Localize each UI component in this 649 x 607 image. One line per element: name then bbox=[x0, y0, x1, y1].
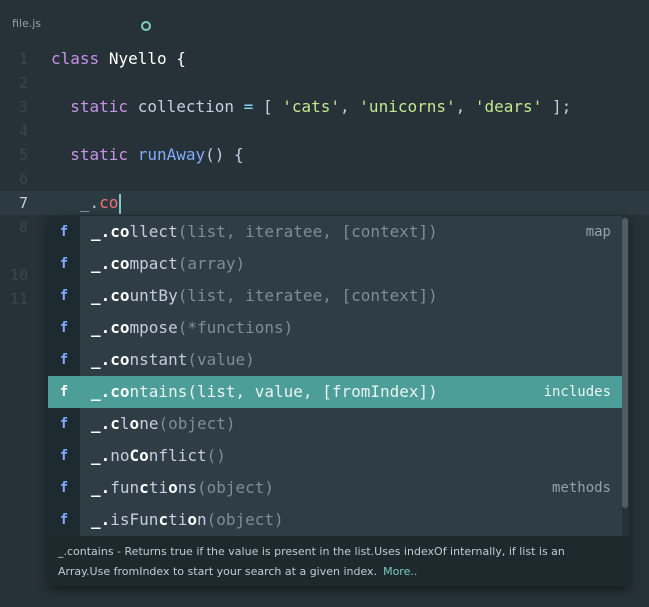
suggestion-text: _.collect(list, iteratee, [context]) bbox=[91, 222, 438, 241]
tab-bar: file.js bbox=[0, 0, 649, 47]
suggestion-alias: methods bbox=[551, 480, 611, 496]
suggestion-text: _.isFunction(object) bbox=[91, 510, 284, 529]
suggestion-alias: map bbox=[585, 224, 611, 240]
code-text: static runAway() { bbox=[70, 145, 244, 164]
code-line[interactable]: 4 bbox=[0, 119, 649, 143]
function-icon: f bbox=[48, 312, 80, 344]
line-number: 8 bbox=[18, 218, 28, 236]
function-icon: f bbox=[48, 504, 80, 536]
suggestion-text: _.noConflict() bbox=[91, 446, 226, 465]
line-number: 3 bbox=[18, 98, 28, 116]
line-number: 2 bbox=[18, 74, 28, 92]
function-icon: f bbox=[48, 344, 80, 376]
scrollbar-thumb[interactable] bbox=[622, 218, 628, 508]
suggestion-item[interactable]: f _.isFunction(object) bbox=[48, 504, 622, 536]
code-line[interactable]: 2 bbox=[0, 71, 649, 95]
line-number: 10 bbox=[9, 266, 28, 284]
suggestion-item[interactable]: f _.constant(value) bbox=[48, 344, 622, 376]
more-link[interactable]: More.. bbox=[383, 565, 417, 578]
function-icon: f bbox=[48, 280, 80, 312]
description-text: _.contains - Returns true if the value i… bbox=[58, 545, 565, 578]
text-cursor bbox=[119, 193, 122, 214]
suggestion-item[interactable]: f _.collect(list, iteratee, [context]) m… bbox=[48, 216, 622, 248]
suggestion-item[interactable]: f _.compact(array) bbox=[48, 248, 622, 280]
function-icon: f bbox=[48, 216, 80, 248]
modified-indicator-icon[interactable] bbox=[141, 21, 151, 31]
suggestion-text: _.compose(*functions) bbox=[91, 318, 294, 337]
suggestion-text: _.functions(object) bbox=[91, 478, 275, 497]
code-line[interactable]: 6 bbox=[0, 167, 649, 191]
function-icon: f bbox=[48, 408, 80, 440]
line-number: 7 bbox=[18, 194, 28, 212]
code-text: class Nyello { bbox=[51, 49, 186, 68]
suggestion-text: _.clone(object) bbox=[91, 414, 236, 433]
line-number: 6 bbox=[18, 170, 28, 188]
suggestion-text: _.compact(array) bbox=[91, 254, 246, 273]
function-icon: f bbox=[48, 376, 80, 408]
code-text: _.co bbox=[51, 191, 122, 215]
function-icon: f bbox=[48, 248, 80, 280]
code-editor[interactable]: file.js 1 class Nyello { 2 3 static coll… bbox=[0, 0, 649, 607]
line-number: 1 bbox=[18, 50, 28, 68]
line-number: 11 bbox=[9, 290, 28, 308]
tab-label: file.js bbox=[12, 17, 42, 30]
suggestion-item[interactable]: f _.functions(object) methods bbox=[48, 472, 622, 504]
code-line[interactable]: 1 class Nyello { bbox=[0, 47, 649, 71]
suggestion-item-selected[interactable]: f _.contains(list, value, [fromIndex]) i… bbox=[48, 376, 622, 408]
code-line[interactable]: 5 static runAway() { bbox=[0, 143, 649, 167]
suggestion-item[interactable]: f _.countBy(list, iteratee, [context]) bbox=[48, 280, 622, 312]
suggestion-item[interactable]: f _.compose(*functions) bbox=[48, 312, 622, 344]
suggestion-item[interactable]: f _.noConflict() bbox=[48, 440, 622, 472]
suggestion-item[interactable]: f _.clone(object) bbox=[48, 408, 622, 440]
suggestion-text: _.constant(value) bbox=[91, 350, 255, 369]
suggestion-description: _.contains - Returns true if the value i… bbox=[48, 536, 629, 586]
code-text: static collection = [ 'cats', 'unicorns'… bbox=[70, 97, 572, 116]
line-number: 5 bbox=[18, 146, 28, 164]
function-icon: f bbox=[48, 472, 80, 504]
autocomplete-popup: f _.collect(list, iteratee, [context]) m… bbox=[48, 216, 629, 586]
suggestion-text: _.countBy(list, iteratee, [context]) bbox=[91, 286, 438, 305]
function-icon: f bbox=[48, 440, 80, 472]
suggestion-text: _.contains(list, value, [fromIndex]) bbox=[91, 382, 438, 401]
code-line-current[interactable]: 7 _.co bbox=[0, 191, 649, 215]
line-number: 4 bbox=[18, 122, 28, 140]
code-line[interactable]: 3 static collection = [ 'cats', 'unicorn… bbox=[0, 95, 649, 119]
tab-file-js[interactable]: file.js bbox=[0, 0, 160, 47]
suggestion-alias: includes bbox=[543, 384, 611, 400]
